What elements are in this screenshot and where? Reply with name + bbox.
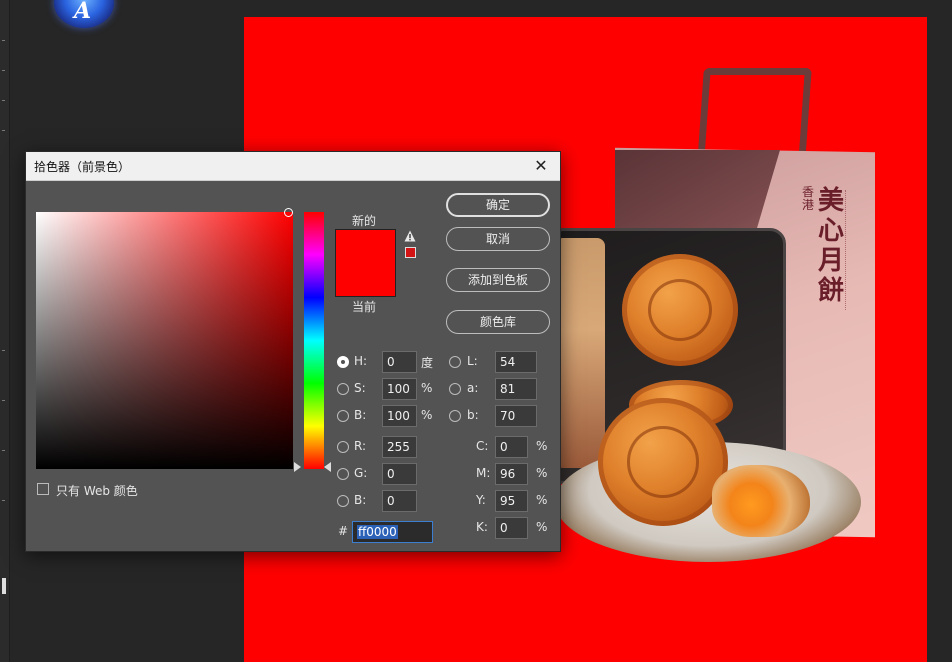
a-label: a:: [467, 381, 479, 395]
hue-slider[interactable]: [304, 212, 324, 469]
new-color-swatch: [335, 229, 396, 262]
bag-brand-small: 香港: [802, 185, 815, 212]
color-libraries-button[interactable]: 颜色库: [446, 310, 550, 334]
h-input[interactable]: 0: [382, 351, 417, 373]
radio-lab-b[interactable]: [449, 410, 461, 422]
tool-tick: [2, 500, 5, 501]
radio-a[interactable]: [449, 383, 461, 395]
b-input[interactable]: 100: [382, 405, 417, 427]
hue-slider-handle-left[interactable]: [294, 462, 301, 472]
radio-b[interactable]: [337, 410, 349, 422]
radio-l[interactable]: [449, 356, 461, 368]
b-unit: %: [421, 408, 433, 422]
tool-tick: [2, 130, 5, 131]
h-label: H:: [354, 354, 368, 368]
tools-panel-edge: [0, 0, 10, 662]
tool-tick: [2, 100, 5, 101]
bag-side-text: [845, 190, 855, 310]
tool-tick: [2, 70, 5, 71]
mooncake: [598, 398, 728, 526]
tin-lid: [555, 238, 605, 468]
h-unit: 度: [421, 356, 434, 370]
mooncake: [622, 254, 738, 366]
y-label: Y:: [476, 493, 486, 507]
m-label: M:: [476, 466, 491, 480]
m-unit: %: [536, 466, 548, 480]
s-unit: %: [421, 381, 433, 395]
color-field[interactable]: [36, 212, 293, 469]
lab-b-input[interactable]: 70: [495, 405, 537, 427]
m-input[interactable]: 96: [495, 463, 528, 485]
hex-label: #: [338, 524, 349, 538]
dialog-title: 拾色器（前景色）: [34, 160, 131, 174]
c-label: C:: [476, 439, 489, 453]
gamut-color-swatch[interactable]: [405, 247, 416, 258]
tool-tick: [2, 400, 5, 401]
l-label: L:: [467, 354, 478, 368]
radio-r[interactable]: [337, 441, 349, 453]
b-label: B:: [354, 408, 367, 422]
hue-slider-handle-right[interactable]: [324, 462, 331, 472]
k-label: K:: [476, 520, 488, 534]
bag-brand-large: 美心月餅: [818, 186, 845, 306]
k-input[interactable]: 0: [495, 517, 528, 539]
app-logo-icon: A: [54, 0, 114, 28]
color-field-marker[interactable]: [284, 208, 293, 217]
tool-tick: [2, 350, 5, 351]
out-of-gamut-warning-icon[interactable]: [404, 230, 416, 242]
radio-s[interactable]: [337, 383, 349, 395]
ok-button[interactable]: 确定: [446, 193, 550, 217]
mooncake-slice: [712, 465, 810, 537]
new-color-label: 新的: [352, 214, 377, 228]
cancel-button[interactable]: 取消: [446, 227, 550, 251]
rgb-b-input[interactable]: 0: [382, 490, 417, 512]
web-colors-only-checkbox[interactable]: [37, 483, 49, 495]
close-icon[interactable]: ✕: [530, 155, 552, 177]
a-input[interactable]: 81: [495, 378, 537, 400]
radio-rgb-b[interactable]: [337, 495, 349, 507]
hex-value: ff0000: [357, 525, 398, 539]
y-unit: %: [536, 493, 548, 507]
add-to-swatches-button[interactable]: 添加到色板: [446, 268, 550, 292]
g-input[interactable]: 0: [382, 463, 417, 485]
color-swatch-tool[interactable]: [2, 578, 6, 594]
g-label: G:: [354, 466, 368, 480]
radio-h[interactable]: [337, 356, 349, 368]
k-unit: %: [536, 520, 548, 534]
radio-g[interactable]: [337, 468, 349, 480]
l-input[interactable]: 54: [495, 351, 537, 373]
color-picker-dialog: 拾色器（前景色） ✕ 新的 当前 确定 取消 添加到色板 颜色库 H: 0 度 …: [25, 151, 561, 552]
c-input[interactable]: 0: [495, 436, 528, 458]
tool-tick: [2, 450, 5, 451]
current-color-label: 当前: [352, 300, 377, 314]
tool-tick: [2, 40, 5, 41]
c-unit: %: [536, 439, 548, 453]
s-input[interactable]: 100: [382, 378, 417, 400]
y-input[interactable]: 95: [495, 490, 528, 512]
r-label: R:: [354, 439, 367, 453]
hex-input[interactable]: ff0000: [352, 521, 433, 543]
web-colors-only-label: 只有 Web 颜色: [56, 484, 138, 498]
dialog-titlebar[interactable]: 拾色器（前景色） ✕: [26, 152, 560, 181]
r-input[interactable]: 255: [382, 436, 417, 458]
current-color-swatch[interactable]: [335, 262, 396, 297]
rgb-b-label: B:: [354, 493, 367, 507]
lab-b-label: b:: [467, 408, 479, 422]
s-label: S:: [354, 381, 366, 395]
